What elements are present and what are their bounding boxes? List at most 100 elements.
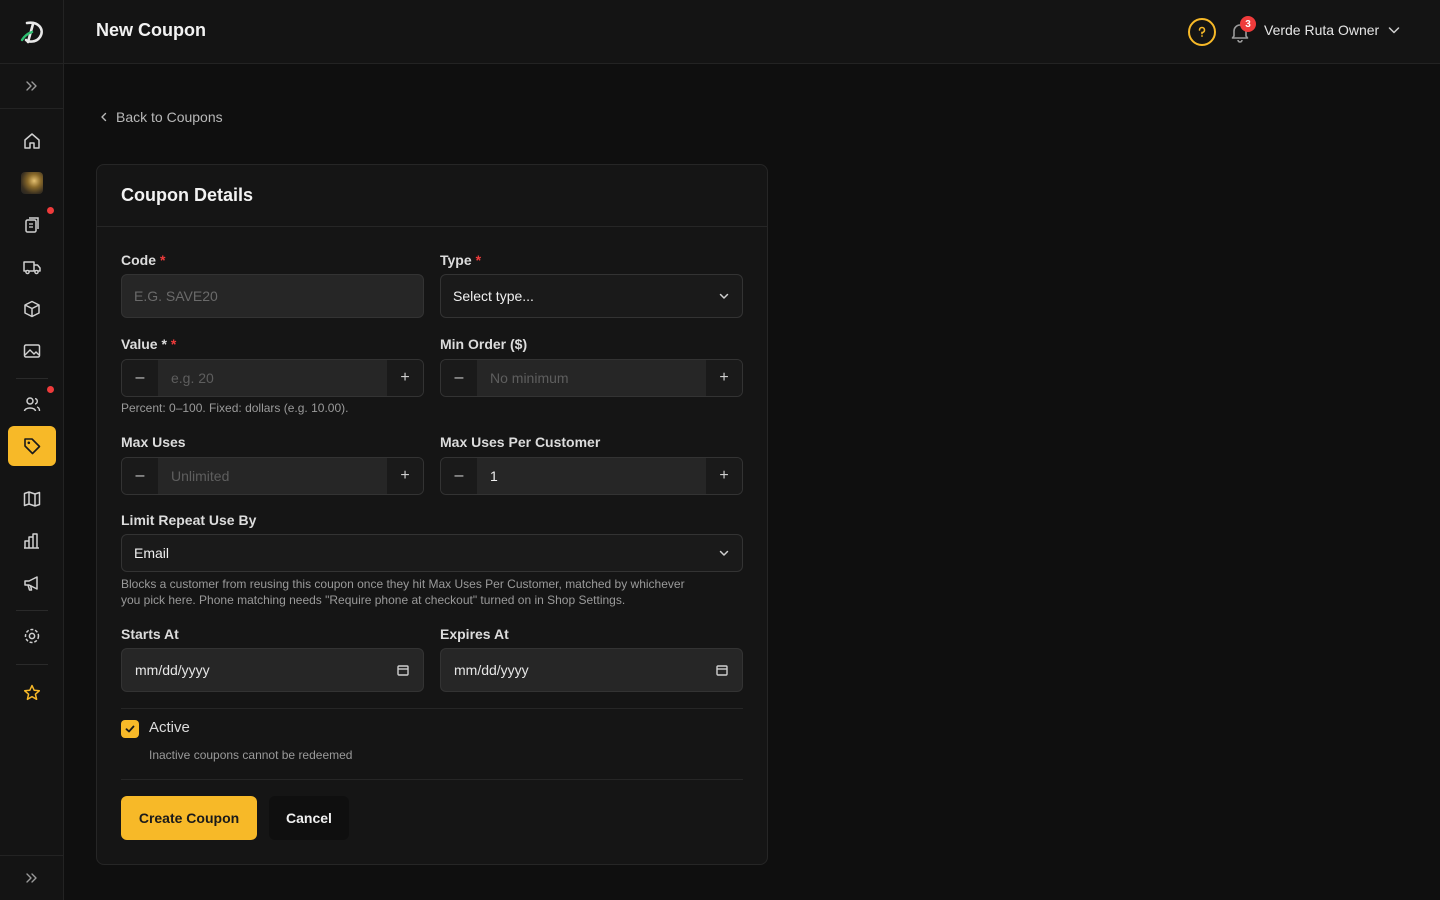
value-input[interactable]: e.g. 20 xyxy=(158,360,387,396)
settings-icon xyxy=(24,628,40,644)
min-order-input[interactable]: No minimum xyxy=(477,360,706,396)
user-name: Verde Ruta Owner xyxy=(1264,22,1380,38)
user-menu[interactable]: Verde Ruta Owner xyxy=(1264,22,1401,38)
check-icon xyxy=(125,725,135,733)
max-uses-input[interactable]: Unlimited xyxy=(158,458,387,494)
sidebar-item-brand[interactable] xyxy=(8,163,56,203)
coupon-details-card: Coupon Details Code * E.G. SAVE20 Type * S… xyxy=(96,164,768,865)
required-marker: * xyxy=(170,336,177,352)
sidebar-item-catalog[interactable] xyxy=(8,479,56,519)
limit-repeat-label: Limit Repeat Use By xyxy=(121,512,257,528)
expires-at-label: Expires At xyxy=(440,626,509,642)
starts-at-input[interactable]: mm/dd/yyyy xyxy=(121,648,424,692)
truck-icon xyxy=(23,261,41,275)
limit-repeat-hint-line: Blocks a customer from reusing this coup… xyxy=(121,577,685,591)
tag-icon xyxy=(24,438,41,455)
max-uses-per-customer-decrement-button[interactable]: – xyxy=(441,458,477,494)
chevron-left-icon xyxy=(101,112,107,122)
code-label-text: Code xyxy=(121,252,156,268)
create-coupon-button[interactable]: Create Coupon xyxy=(121,796,257,840)
limit-repeat-value: Email xyxy=(134,545,170,561)
max-uses-stepper: – Unlimited + xyxy=(121,457,424,495)
sidebar-item-orders[interactable] xyxy=(8,205,56,245)
max-uses-per-customer-input[interactable]: 1 xyxy=(477,458,706,494)
chevron-down-icon xyxy=(1388,27,1400,34)
value-increment-button[interactable]: + xyxy=(387,360,423,396)
customers-icon xyxy=(23,397,41,412)
max-uses-decrement-button[interactable]: – xyxy=(122,458,158,494)
sidebar-item-settings[interactable] xyxy=(8,616,56,656)
min-order-placeholder: No minimum xyxy=(490,370,569,386)
min-order-label: Min Order ($) xyxy=(440,336,528,352)
home-icon xyxy=(24,133,40,149)
max-uses-label: Max Uses xyxy=(121,434,186,450)
min-order-increment-button[interactable]: + xyxy=(706,360,742,396)
app-logo[interactable] xyxy=(0,0,64,64)
sidebar-item-shipping[interactable] xyxy=(8,247,56,287)
sidebar-divider xyxy=(16,664,48,665)
limit-repeat-hint-line: you pick here. Phone matching needs "Req… xyxy=(121,593,626,607)
value-label-text: Value * xyxy=(121,336,167,352)
sidebar-item-marketing[interactable] xyxy=(8,563,56,603)
active-checkbox[interactable] xyxy=(121,720,139,738)
sidebar-item-media[interactable] xyxy=(8,331,56,371)
sidebar-item-products[interactable] xyxy=(8,289,56,329)
type-label: Type * xyxy=(440,252,481,268)
code-placeholder: E.G. SAVE20 xyxy=(134,288,218,304)
sidebar-divider xyxy=(16,610,48,611)
value-decrement-button[interactable]: – xyxy=(122,360,158,396)
min-order-stepper: – No minimum + xyxy=(440,359,743,397)
value-stepper: – e.g. 20 + xyxy=(121,359,424,397)
max-uses-increment-button[interactable]: + xyxy=(387,458,423,494)
code-label: Code * xyxy=(121,252,165,268)
sidebar-item-customers[interactable] xyxy=(8,384,56,424)
sidebar-item-home[interactable] xyxy=(8,121,56,161)
customers-alert-dot xyxy=(47,386,54,393)
calendar-icon[interactable] xyxy=(396,663,410,677)
min-order-decrement-button[interactable]: – xyxy=(441,360,477,396)
limit-repeat-select[interactable]: Email xyxy=(121,534,743,572)
type-select-value: Select type... xyxy=(453,288,534,304)
required-marker: * xyxy=(160,252,166,268)
orders-icon xyxy=(25,217,39,233)
back-to-coupons-link[interactable]: Back to Coupons xyxy=(98,109,223,125)
max-uses-per-customer-label: Max Uses Per Customer xyxy=(440,434,601,450)
star-icon xyxy=(23,684,41,701)
help-icon xyxy=(1198,26,1206,37)
expires-at-input[interactable]: mm/dd/yyyy xyxy=(440,648,743,692)
cancel-button[interactable]: Cancel xyxy=(269,796,349,840)
type-label-text: Type xyxy=(440,252,472,268)
sidebar-item-coupons[interactable] xyxy=(8,426,56,466)
calendar-icon[interactable] xyxy=(715,663,729,677)
book-icon xyxy=(23,491,41,507)
help-button[interactable] xyxy=(1188,18,1216,46)
chevrons-right-icon xyxy=(26,81,37,91)
chevrons-right-icon xyxy=(26,873,37,883)
max-uses-per-customer-increment-button[interactable]: + xyxy=(706,458,742,494)
divider xyxy=(121,779,743,780)
page-title: New Coupon xyxy=(96,20,206,40)
card-header: Coupon Details xyxy=(97,165,767,227)
max-uses-placeholder: Unlimited xyxy=(171,468,230,484)
active-hint: Inactive coupons cannot be redeemed xyxy=(149,748,353,762)
analytics-icon xyxy=(24,533,39,549)
brand-image-icon xyxy=(21,172,43,194)
image-icon xyxy=(23,344,41,358)
type-select[interactable]: Select type... xyxy=(440,274,743,318)
starts-at-value: mm/dd/yyyy xyxy=(135,662,210,678)
code-input[interactable]: E.G. SAVE20 xyxy=(121,274,424,318)
chevron-down-icon xyxy=(719,550,729,556)
sidebar-expand-button[interactable] xyxy=(0,64,64,109)
sidebar-collapse-toggle[interactable] xyxy=(0,855,64,900)
value-placeholder: e.g. 20 xyxy=(171,370,214,386)
megaphone-icon xyxy=(24,576,38,591)
orders-alert-dot xyxy=(47,207,54,214)
chevron-down-icon xyxy=(719,293,729,299)
active-label[interactable]: Active xyxy=(149,719,190,736)
sidebar-item-analytics[interactable] xyxy=(8,521,56,561)
logo-icon xyxy=(20,20,43,43)
max-uses-per-customer-stepper: – 1 + xyxy=(440,457,743,495)
sidebar-item-favorites[interactable] xyxy=(8,673,56,713)
card-title: Coupon Details xyxy=(121,185,254,205)
value-label: Value * * xyxy=(121,336,176,352)
